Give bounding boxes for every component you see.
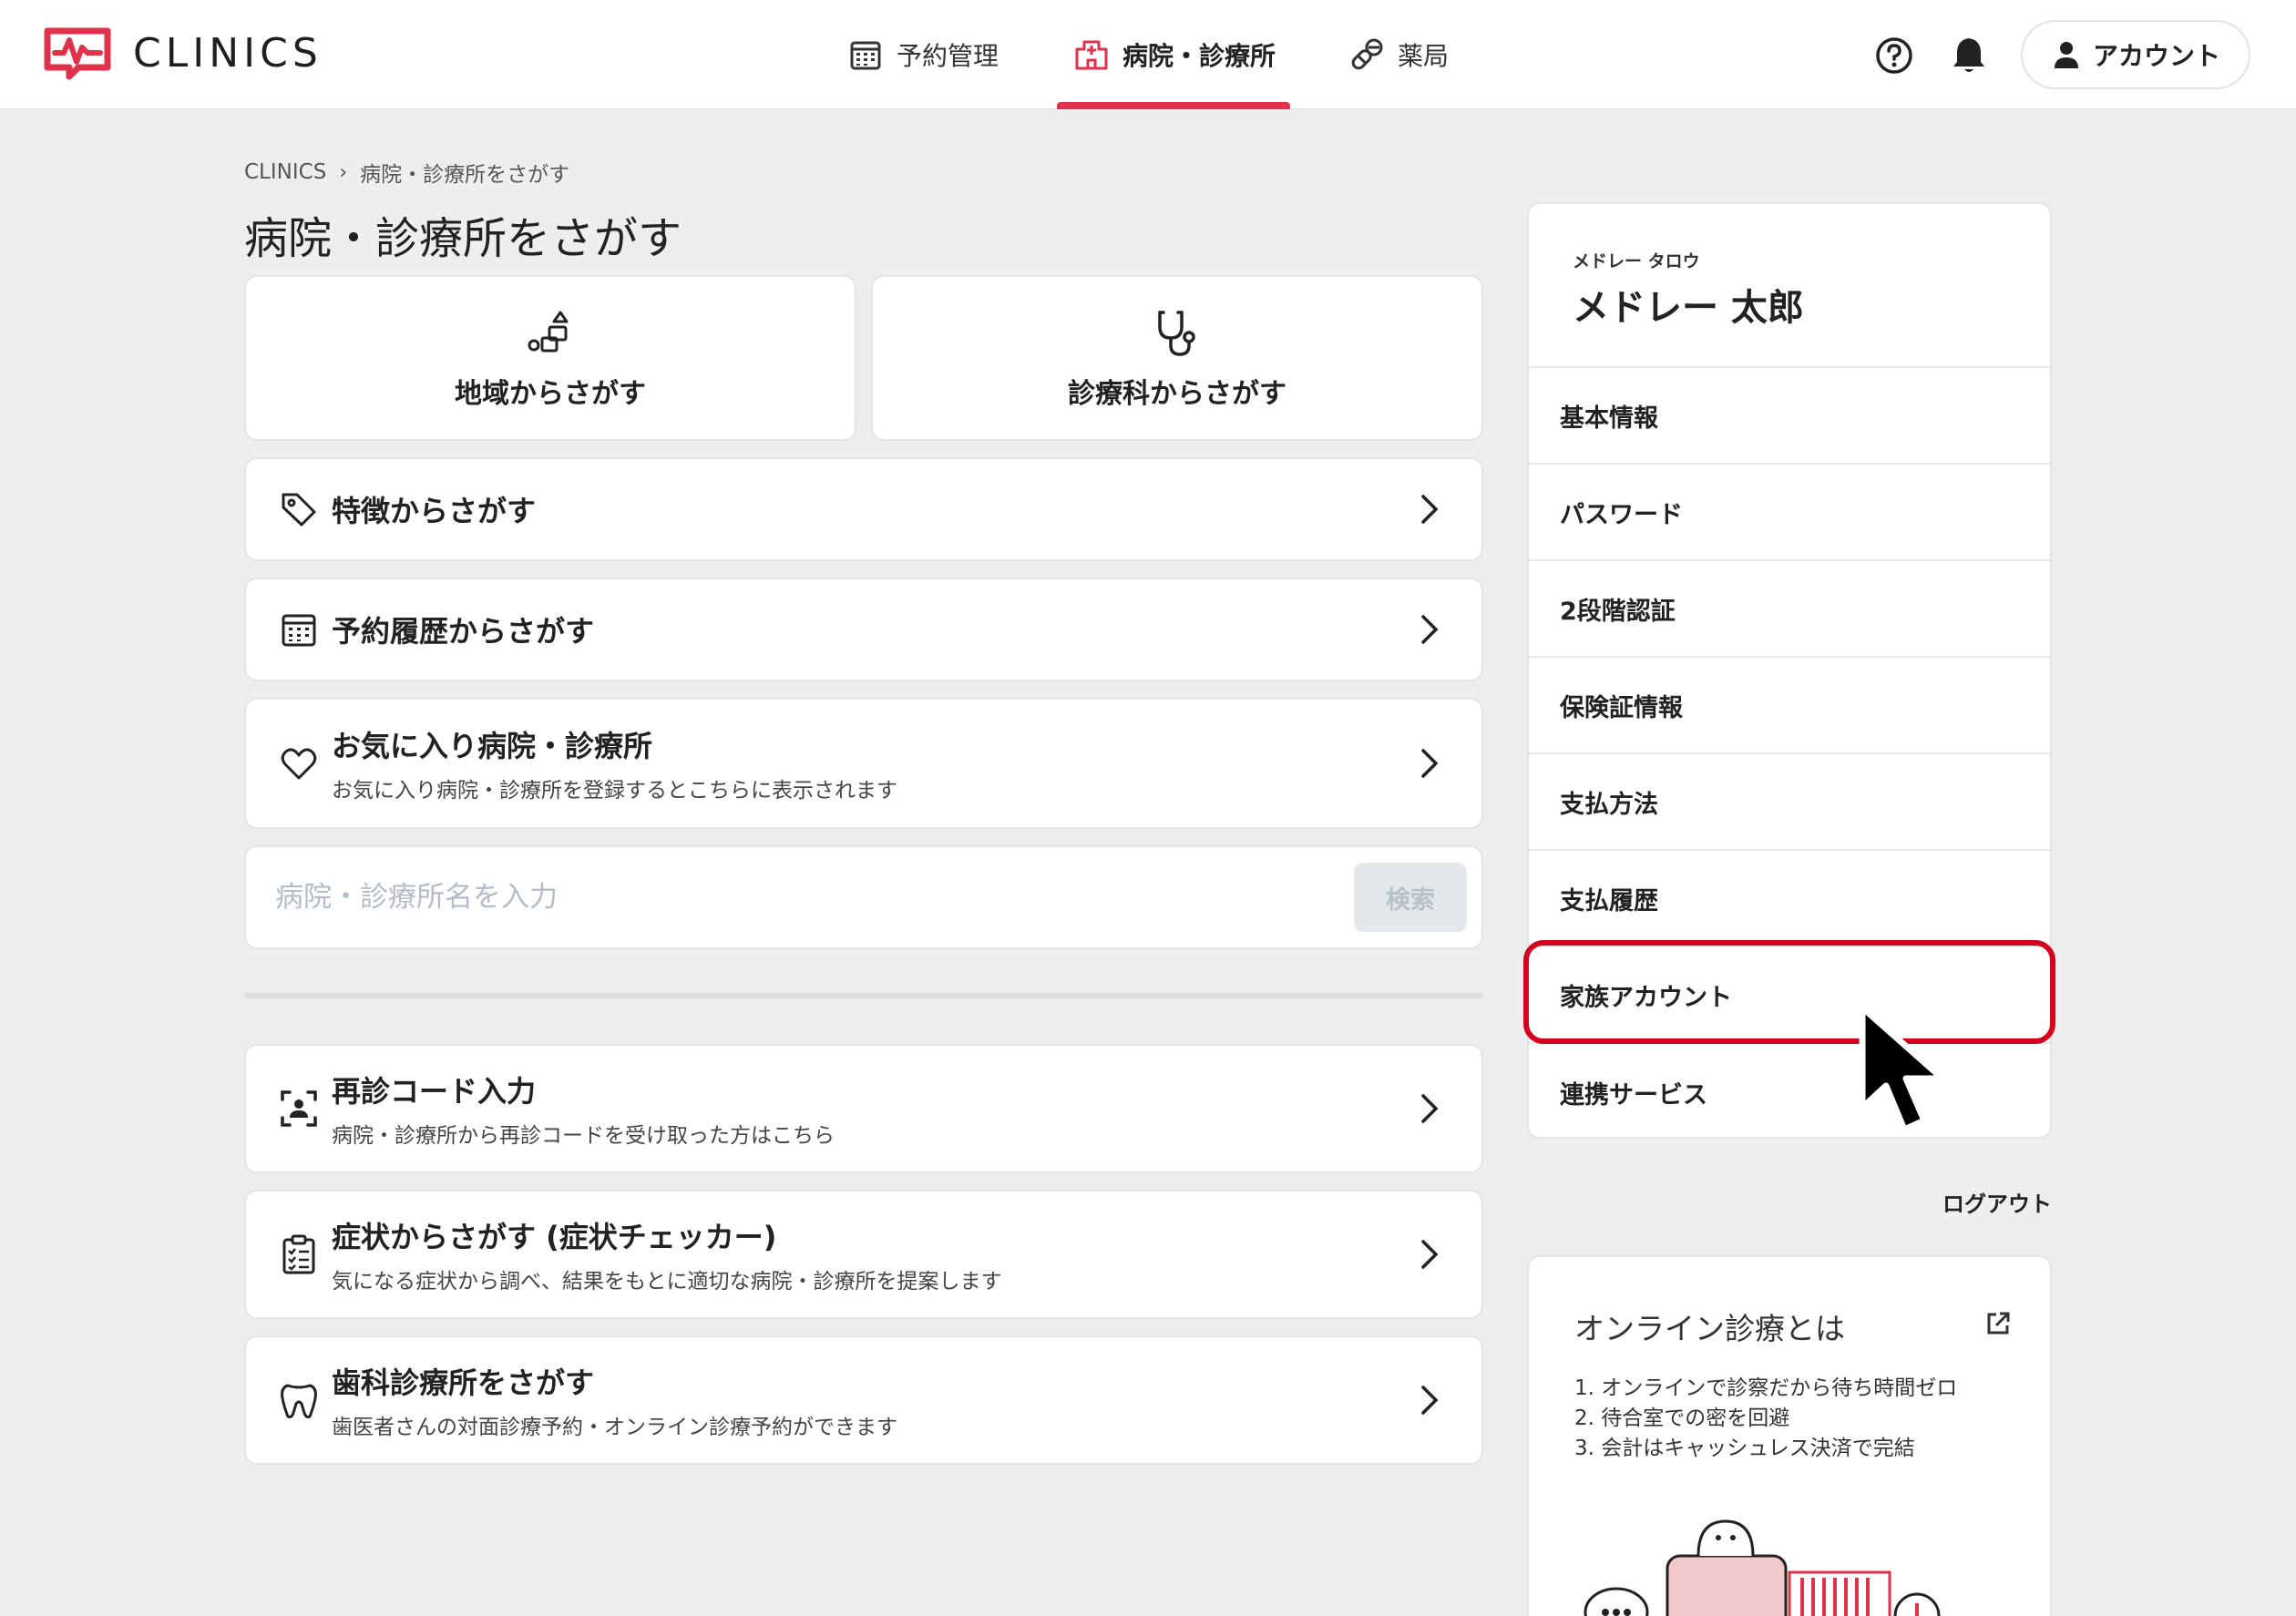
heart-icon [281, 748, 317, 780]
symptom-checker-row[interactable]: 症状からさがす (症状チェッカー) 気になる症状から調べ、結果をもとに適切な病院… [244, 1190, 1483, 1319]
map-pin-blocks-icon [528, 311, 569, 353]
menu-payment-history[interactable]: 支払履歴 [1529, 851, 2050, 947]
menu-password[interactable]: パスワード [1529, 465, 2050, 561]
section-divider [244, 993, 1483, 998]
user-name: メドレー 太郎 [1573, 287, 1804, 329]
dental-search-title: 歯科診療所をさがす [332, 1365, 595, 1400]
dental-search-description: 歯医者さんの対面診療予約・オンライン診療予約ができます [332, 1416, 897, 1439]
breadcrumb-root[interactable]: CLINICS [244, 160, 326, 184]
hospital-icon [1075, 40, 1108, 70]
search-by-history-row[interactable]: 予約履歴からさがす [244, 578, 1483, 681]
chevron-right-icon [1421, 749, 1439, 778]
search-by-department-label: 診療科からさがす [1068, 378, 1286, 410]
benefit-item: 3. 会計はキャッシュレス決済で完結 [1574, 1437, 1915, 1460]
mouse-cursor-icon [1859, 1004, 1946, 1133]
menu-basic-info[interactable]: 基本情報 [1529, 368, 2050, 465]
symptom-checker-description: 気になる症状から調べ、結果をもとに適切な病院・診療所を提案します [332, 1270, 1002, 1294]
breadcrumb: CLINICS › 病院・診療所をさがす [244, 157, 569, 188]
nav-hospitals[interactable]: 病院・診療所 [1073, 0, 1276, 109]
user-info: メドレー タロウ メドレー 太郎 [1529, 204, 2050, 368]
chevron-right-icon [1421, 615, 1439, 644]
nav-pharmacy-label: 薬局 [1398, 41, 1450, 71]
clinics-logo[interactable]: CLINICS [42, 26, 323, 80]
nav-hospitals-label: 病院・診療所 [1122, 41, 1276, 71]
search-by-area-card[interactable]: 地域からさがす [244, 275, 856, 441]
search-by-area-label: 地域からさがす [455, 378, 646, 410]
chevron-right-icon [1421, 495, 1439, 524]
history-label: 予約履歴からさがす [332, 614, 595, 649]
clinics-logo-icon [44, 27, 111, 80]
page-title: 病院・診療所をさがす [244, 213, 682, 264]
nav-reservations-label: 予約管理 [897, 41, 999, 71]
person-icon [2054, 42, 2078, 68]
nav-pharmacy[interactable]: 薬局 [1348, 0, 1449, 109]
tooth-icon [281, 1384, 317, 1418]
chevron-right-icon [1421, 1240, 1439, 1269]
features-label: 特徴からさがす [332, 494, 537, 528]
search-by-features-row[interactable]: 特徴からさがす [244, 457, 1483, 561]
breadcrumb-current: 病院・診療所をさがす [360, 163, 570, 187]
logout-link[interactable]: ログアウト [1942, 1186, 2052, 1218]
menu-payment-method[interactable]: 支払方法 [1529, 754, 2050, 851]
menu-linked-services[interactable]: 連携サービス [1529, 1044, 2050, 1140]
revisit-code-description: 病院・診療所から再診コードを受け取った方はこちら [332, 1124, 835, 1148]
online-consultation-title: オンライン診療とは [1574, 1311, 1845, 1346]
account-button[interactable]: アカウント [2021, 20, 2250, 89]
account-side-menu: メドレー タロウ メドレー 太郎 基本情報 パスワード 2段階認証 保険証情報 … [1527, 202, 2052, 1139]
nav-reservations[interactable]: 予約管理 [847, 0, 999, 109]
breadcrumb-separator-icon: › [339, 160, 348, 184]
menu-two-factor-auth[interactable]: 2段階認証 [1529, 561, 2050, 658]
notification-bell-icon[interactable] [1950, 35, 1988, 75]
revisit-code-title: 再診コード入力 [332, 1074, 537, 1109]
hospital-name-input[interactable] [275, 881, 1354, 914]
user-name-kana: メドレー タロウ [1573, 251, 1700, 271]
benefit-item: 2. 待合室での密を回避 [1574, 1406, 1790, 1430]
app-window: CLINICS 予約管理 病院・診療所 薬局 アカウント CLINICS › 病… [0, 0, 2296, 1616]
online-benefits-list: 1. オンラインで診察だから待ち時間ゼロ 2. 待合室での密を回避 3. 会計は… [1574, 1374, 1957, 1464]
dental-search-row[interactable]: 歯科診療所をさがす 歯医者さんの対面診療予約・オンライン診療予約ができます [244, 1335, 1483, 1465]
chevron-right-icon [1421, 1094, 1439, 1123]
online-consultation-card[interactable]: オンライン診療とは 1. オンラインで診察だから待ち時間ゼロ 2. 待合室での密… [1527, 1255, 2052, 1616]
menu-family-account[interactable]: 家族アカウント [1529, 947, 2050, 1044]
favorites-title: お気に入り病院・診療所 [332, 729, 653, 763]
chevron-right-icon [1421, 1386, 1439, 1415]
hospital-search-box: 検索 [244, 845, 1483, 949]
stethoscope-icon [1158, 311, 1195, 356]
menu-insurance-card[interactable]: 保険証情報 [1529, 658, 2050, 754]
help-icon[interactable] [1875, 36, 1913, 75]
favorites-description: お気に入り病院・診療所を登録するとこちらに表示されます [332, 779, 897, 803]
online-consultation-illustration [1584, 1519, 1941, 1616]
calendar-icon [850, 41, 881, 70]
calendar-icon [282, 614, 316, 647]
benefit-item: 1. オンラインで診察だから待ち時間ゼロ [1574, 1376, 1958, 1400]
logo-text: CLINICS [133, 29, 323, 77]
favorites-row[interactable]: お気に入り病院・診療所 お気に入り病院・診療所を登録するとこちらに表示されます [244, 698, 1483, 829]
clipboard-icon [282, 1234, 315, 1274]
search-button[interactable]: 検索 [1354, 863, 1467, 932]
search-by-department-card[interactable]: 診療科からさがす [871, 275, 1483, 441]
active-tab-indicator [1057, 102, 1290, 109]
pills-icon [1351, 38, 1383, 70]
top-header: CLINICS 予約管理 病院・診療所 薬局 アカウント [0, 0, 2296, 109]
account-button-label: アカウント [2092, 41, 2220, 71]
external-link-icon[interactable] [1984, 1310, 2012, 1337]
qr-scan-icon [281, 1090, 317, 1127]
tag-icon [282, 493, 316, 527]
symptom-checker-title: 症状からさがす (症状チェッカー) [332, 1220, 777, 1254]
revisit-code-row[interactable]: 再診コード入力 病院・診療所から再診コードを受け取った方はこちら [244, 1044, 1483, 1173]
